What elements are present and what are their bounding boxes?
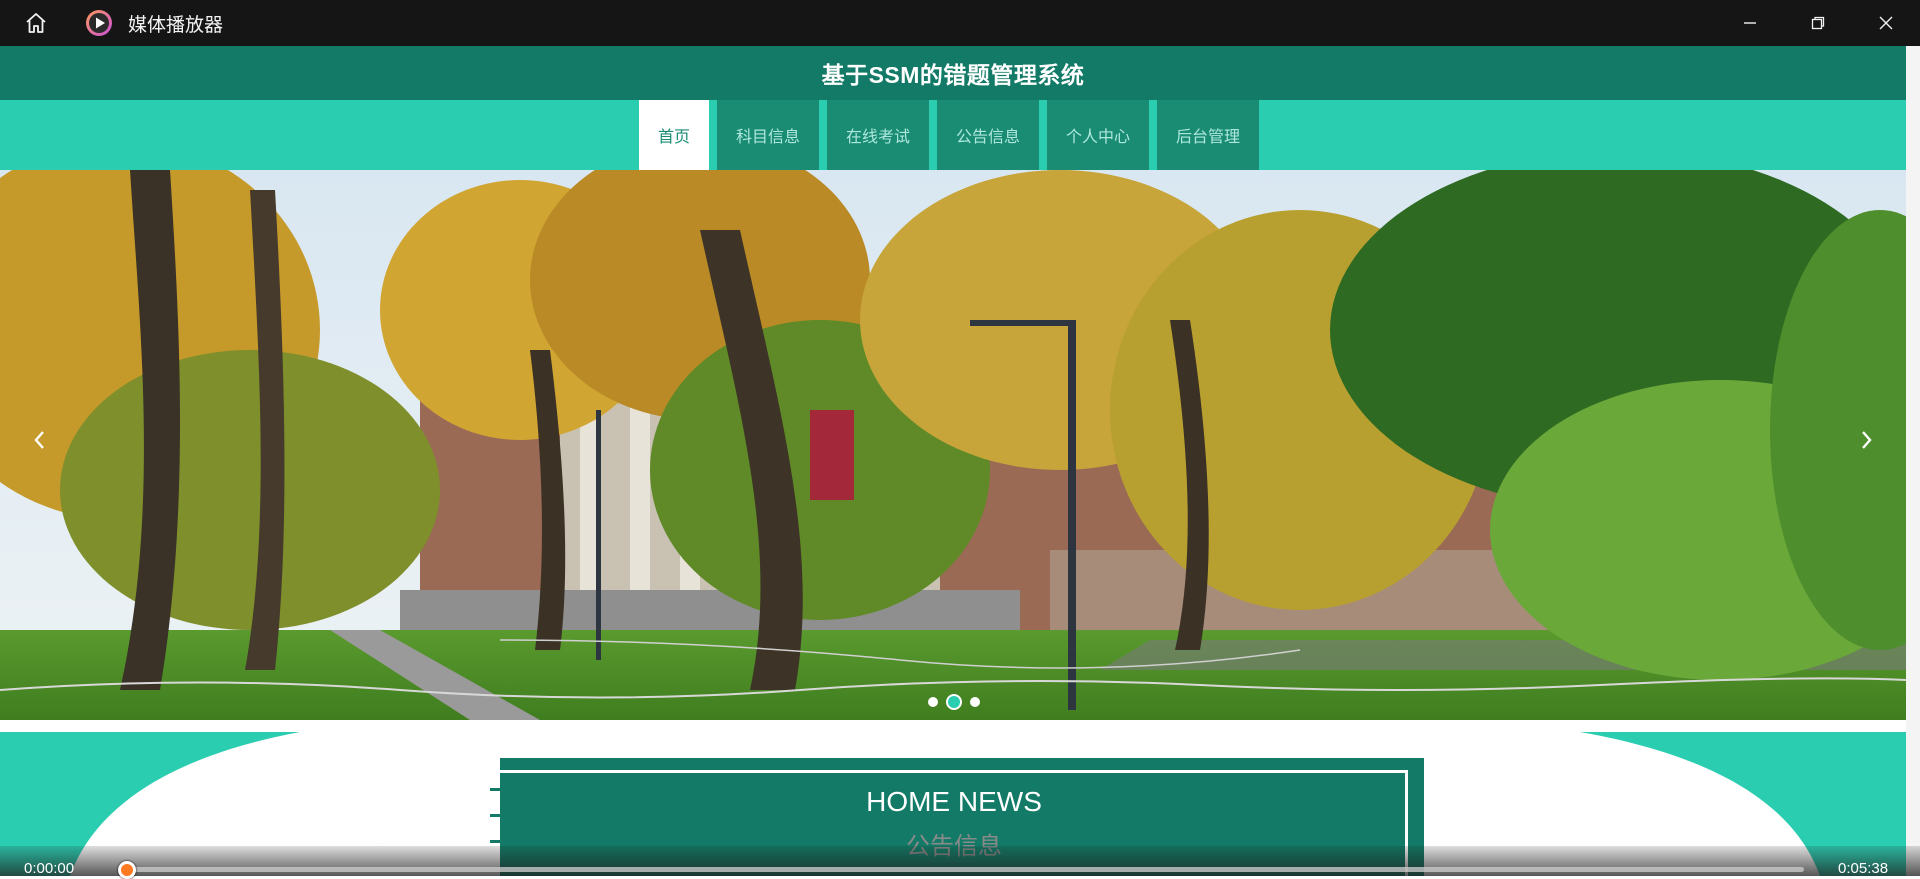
- play-circle-icon: [84, 8, 114, 38]
- seek-track[interactable]: [120, 867, 1804, 872]
- video-frame[interactable]: 基于SSM的错题管理系统 首页 科目信息 在线考试 公告信息 个人中心 后台管理: [0, 46, 1906, 876]
- nav-item-subjects[interactable]: 科目信息: [716, 100, 819, 170]
- chevron-left-icon[interactable]: [24, 420, 54, 460]
- site-header: 基于SSM的错题管理系统: [0, 46, 1906, 100]
- nav-item-online-exam[interactable]: 在线考试: [826, 100, 929, 170]
- carousel-dot-active[interactable]: [946, 694, 962, 710]
- nav-item-announcements[interactable]: 公告信息: [937, 100, 1040, 170]
- close-icon[interactable]: [1852, 0, 1920, 46]
- player-title: 媒体播放器: [128, 14, 224, 36]
- restore-icon[interactable]: [1784, 0, 1852, 46]
- seek-thumb[interactable]: [118, 861, 136, 879]
- carousel-dots: [924, 694, 984, 710]
- carousel-dot[interactable]: [970, 697, 980, 707]
- carousel-dot[interactable]: [928, 697, 938, 707]
- playback-bar: 0:00:00 0:05:38: [0, 846, 1920, 879]
- nav-item-profile[interactable]: 个人中心: [1047, 100, 1150, 170]
- banner-image: [0, 170, 1906, 720]
- news-title: HOME NEWS: [866, 786, 1042, 817]
- window-controls: [1716, 0, 1920, 46]
- site-title: 基于SSM的错题管理系统: [821, 62, 1085, 88]
- site-nav: 首页 科目信息 在线考试 公告信息 个人中心 后台管理: [0, 100, 1906, 170]
- banner-carousel[interactable]: [0, 170, 1906, 720]
- nav-item-admin[interactable]: 后台管理: [1157, 100, 1260, 170]
- home-icon[interactable]: [12, 0, 60, 46]
- minimize-icon[interactable]: [1716, 0, 1784, 46]
- current-time: 0:00:00: [24, 860, 75, 877]
- nav-item-home[interactable]: 首页: [638, 100, 709, 170]
- total-time: 0:05:38: [1838, 860, 1889, 877]
- player-title-bar: 媒体播放器: [0, 0, 1920, 46]
- frame-edge: [1906, 46, 1920, 876]
- chevron-right-icon[interactable]: [1852, 420, 1882, 460]
